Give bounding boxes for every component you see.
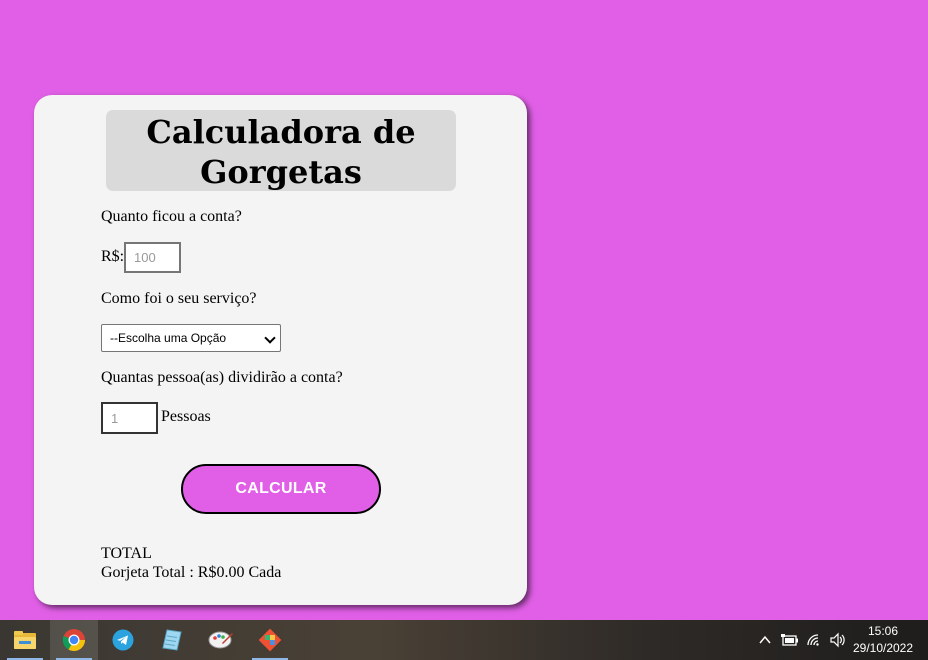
taskbar-git[interactable] xyxy=(246,620,294,660)
taskbar-telegram[interactable] xyxy=(99,620,147,660)
service-question-label: Como foi o seu serviço? xyxy=(101,290,257,307)
taskbar: 15:06 29/10/2022 xyxy=(0,620,928,660)
chevron-up-icon[interactable] xyxy=(758,633,772,647)
chrome-icon xyxy=(62,629,85,651)
taskbar-file-explorer[interactable] xyxy=(1,620,49,660)
telegram-icon xyxy=(112,629,134,651)
taskbar-paint[interactable] xyxy=(197,620,245,660)
title-line-2: Gorgetas xyxy=(200,153,362,191)
clock-date: 29/10/2022 xyxy=(852,641,914,655)
clock-time: 15:06 xyxy=(867,624,899,638)
people-question-label: Quantas pessoa(as) dividirão a conta? xyxy=(101,369,343,386)
taskbar-notepad[interactable] xyxy=(148,620,196,660)
battery-icon[interactable] xyxy=(781,633,799,647)
bill-question-label: Quanto ficou a conta? xyxy=(101,208,242,225)
title-line-1: Calculadora de xyxy=(146,113,416,151)
taskbar-chrome[interactable] xyxy=(50,620,98,660)
chevron-down-icon xyxy=(264,332,276,344)
calculate-button[interactable]: CALCULAR xyxy=(181,464,381,514)
notepad-icon xyxy=(162,629,182,651)
system-tray xyxy=(758,620,847,660)
service-select[interactable]: --Escolha uma Opção xyxy=(101,324,281,352)
volume-icon[interactable] xyxy=(829,632,847,648)
service-select-value: --Escolha uma Opção xyxy=(110,331,227,345)
file-explorer-icon xyxy=(14,631,36,649)
currency-prefix-label: R$: xyxy=(101,248,125,265)
git-icon xyxy=(258,628,282,652)
tip-result-text: Gorjeta Total : R$0.00 Cada xyxy=(101,564,282,581)
calculator-card: Calculadora de Gorgetas Quanto ficou a c… xyxy=(34,95,527,605)
total-label: TOTAL xyxy=(101,545,152,562)
people-suffix-label: Pessoas xyxy=(161,408,211,425)
page-title: Calculadora de Gorgetas xyxy=(106,110,456,192)
people-count-input[interactable] xyxy=(101,402,158,434)
page-background: Calculadora de Gorgetas Quanto ficou a c… xyxy=(0,0,928,620)
wifi-icon[interactable] xyxy=(806,632,824,648)
result-section: TOTAL Gorjeta Total : R$0.00 Cada xyxy=(101,544,281,582)
bill-amount-input[interactable] xyxy=(124,242,181,273)
taskbar-clock[interactable]: 15:06 29/10/2022 xyxy=(848,623,918,657)
paint-icon xyxy=(208,631,233,649)
title-box: Calculadora de Gorgetas xyxy=(106,110,456,191)
